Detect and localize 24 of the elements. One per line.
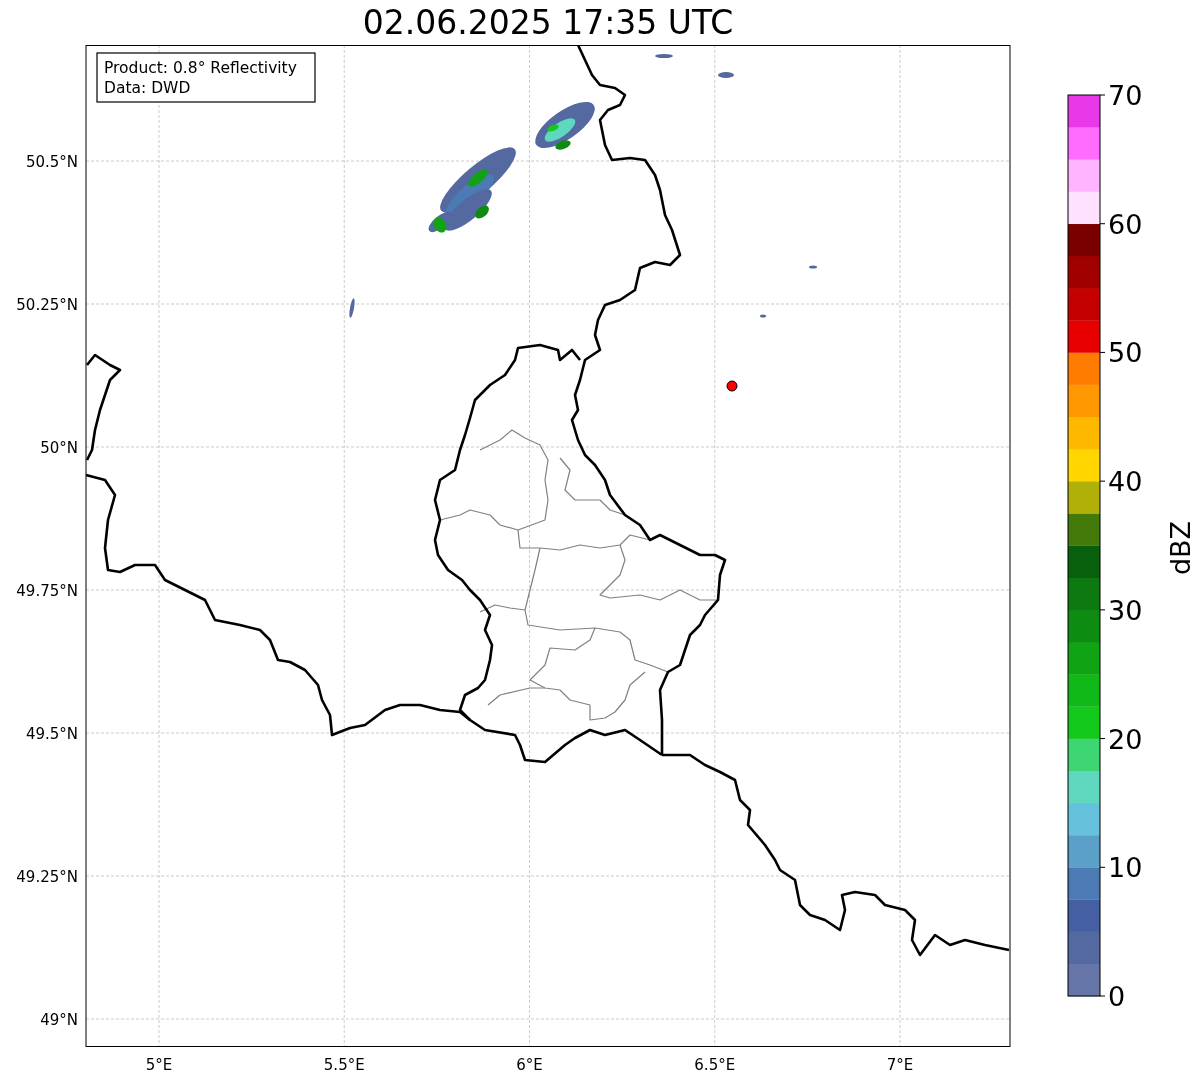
- latitude-label: 50.5°N: [25, 153, 78, 171]
- colorbar-label: dBZ: [1165, 520, 1196, 576]
- longitude-label: 5°E: [145, 1056, 173, 1074]
- longitude-label: 6.5°E: [694, 1056, 736, 1074]
- colorbar-tick-label: 40: [1108, 466, 1143, 498]
- latitude-label: 50°N: [40, 439, 78, 457]
- colorbar-tick-label: 70: [1108, 80, 1143, 111]
- colorbar-tick-label: 10: [1108, 852, 1143, 884]
- longitude-label: 5.5°E: [323, 1056, 365, 1074]
- colorbar-tick-label: 60: [1108, 208, 1143, 240]
- latitude-label: 49°N: [40, 1011, 78, 1029]
- colorbar-tick-label: 20: [1108, 723, 1143, 755]
- longitude-label: 7°E: [886, 1056, 914, 1074]
- latitude-label: 50.25°N: [16, 296, 78, 314]
- colorbar-tick-label: 0: [1108, 981, 1126, 1012]
- info-text: Product: 0.8° Reflectivity: [104, 59, 297, 77]
- latitude-label: 49.5°N: [25, 725, 78, 743]
- latitude-label: 49.25°N: [16, 868, 78, 886]
- plot-title: 02.06.2025 17:35 UTC: [362, 3, 734, 43]
- info-text: Data: DWD: [104, 79, 191, 97]
- longitude-label: 6°E: [516, 1056, 543, 1074]
- latitude-label: 49.75°N: [16, 582, 78, 600]
- colorbar-tick-label: 30: [1108, 594, 1143, 626]
- colorbar-tick-label: 50: [1108, 337, 1143, 369]
